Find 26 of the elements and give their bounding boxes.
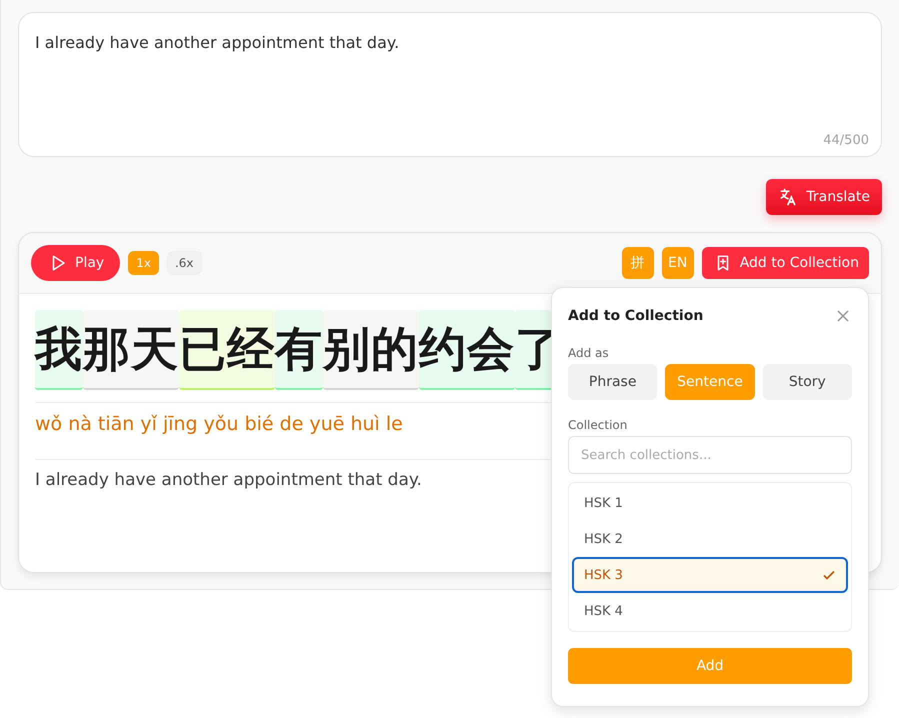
translation-text: I already have another appointment that day. (35, 470, 422, 490)
word-tile[interactable]: 有 (275, 310, 323, 390)
type-option[interactable]: Phrase (568, 364, 658, 400)
collection-item[interactable]: HSK 2 (572, 521, 848, 557)
translate-button[interactable]: Translate (766, 179, 882, 215)
search-field[interactable]: Search collections... (568, 436, 852, 474)
close-icon (836, 309, 850, 323)
collection-label: Collection (568, 418, 628, 432)
translate-icon (778, 187, 798, 207)
add-as-label: Add as (568, 346, 610, 360)
word-tile[interactable]: 我 (35, 310, 83, 390)
collection-item[interactable]: HSK 3 (572, 557, 848, 593)
character-counter: 44/500 (823, 133, 869, 148)
word-tile[interactable]: 已经 (179, 310, 275, 390)
play-button[interactable]: Play (31, 245, 120, 281)
popup-title: Add to Collection (568, 308, 704, 324)
word-tile[interactable]: 那天 (83, 310, 179, 390)
add-to-collection-button[interactable]: Add to Collection (702, 247, 869, 279)
pinyin-text: wǒ nà tiān yǐ jīng yǒu bié de yuē huì le (35, 413, 403, 435)
collection-item[interactable]: HSK 4 (572, 593, 848, 629)
type-option[interactable]: Story (762, 364, 852, 400)
word-tile[interactable]: 约会 (419, 310, 515, 390)
collection-item[interactable]: HSK 1 (572, 485, 848, 521)
check-icon (822, 568, 836, 582)
word-tile[interactable]: 别的 (323, 310, 419, 390)
speed-button[interactable]: .6x (166, 251, 202, 275)
